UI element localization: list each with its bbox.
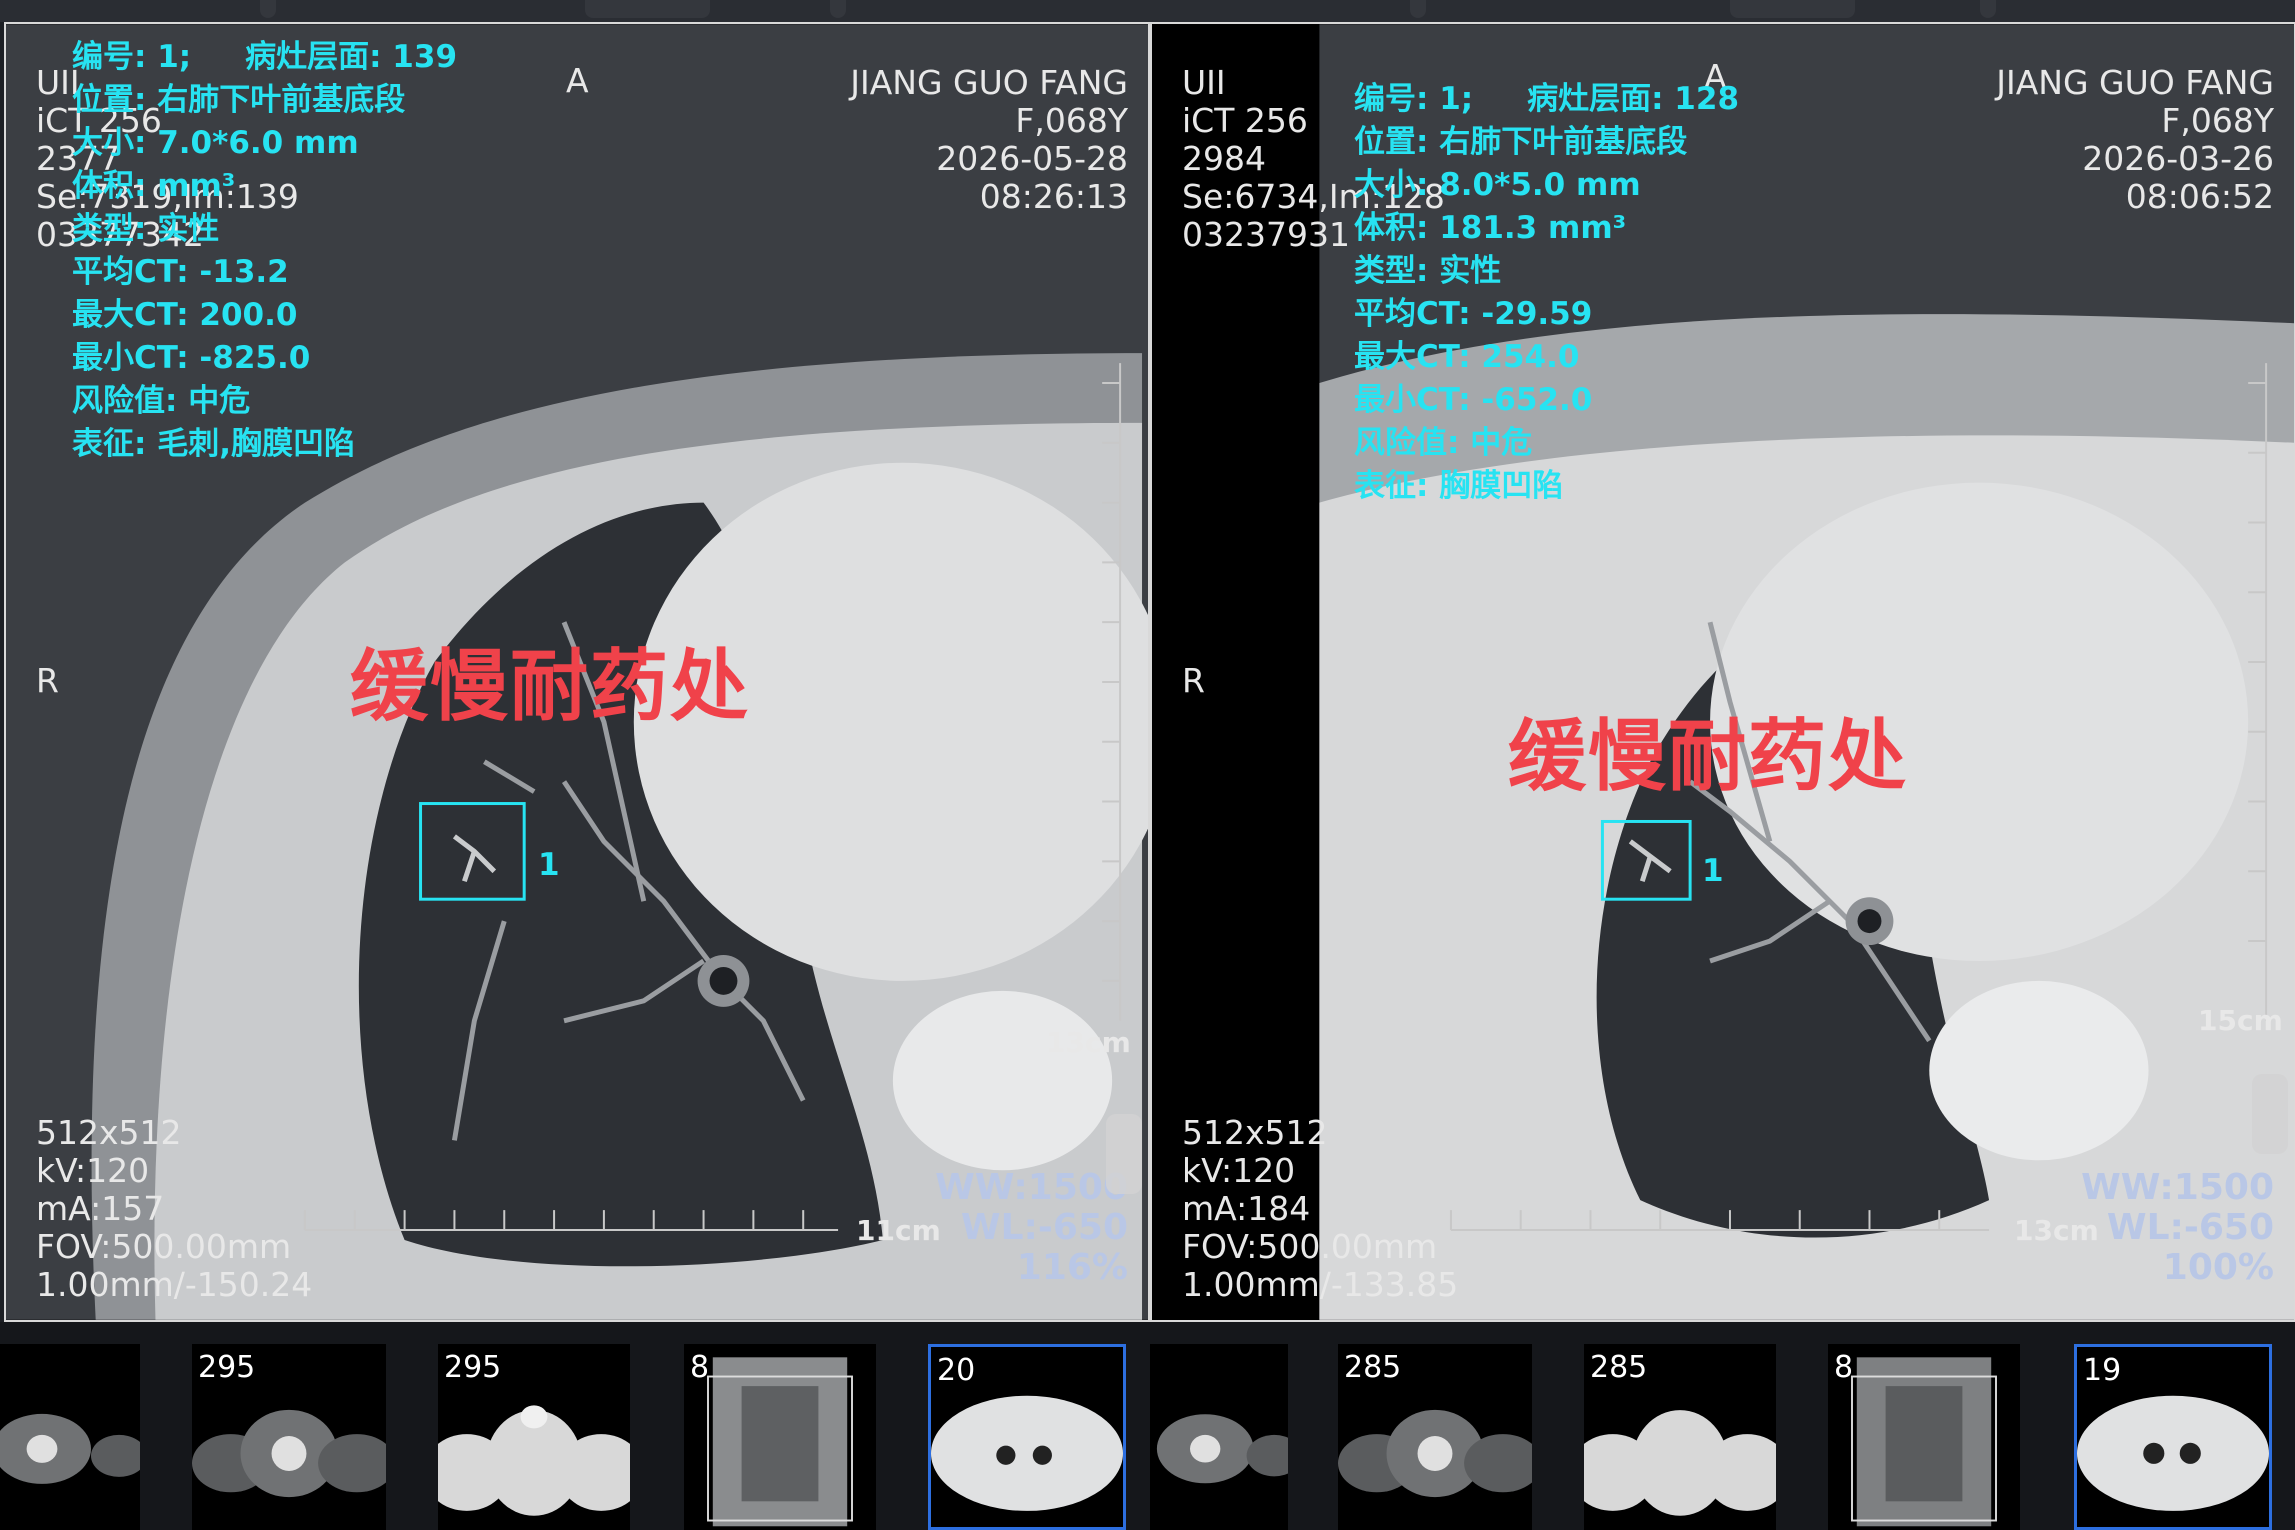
vendor: UII: [1182, 63, 1226, 102]
nodule-size: 大小: 8.0*5.0 mm: [1354, 167, 1641, 203]
series-thumbnail[interactable]: 295: [438, 1344, 630, 1530]
nodule-volume: 体积: 181.3 mm³: [1354, 210, 1627, 246]
matrix: 512x512: [1182, 1113, 1328, 1152]
image-count: 295: [444, 1350, 502, 1385]
series-thumbnail-strip: 295 295 8 20 285 285 8 19: [0, 1322, 2295, 1530]
nodule-max-ct: 最大CT: 254.0: [1354, 339, 1580, 375]
orientation-left: R: [36, 661, 59, 700]
toolbar-tab[interactable]: [1410, 0, 1426, 18]
series-thumbnail[interactable]: 8: [1828, 1344, 2020, 1530]
viewport-scroll-handle[interactable]: [2252, 1074, 2288, 1154]
patient-id: 03237931: [1182, 215, 1350, 254]
patient-name: JIANG GUO FANG: [1996, 63, 2274, 102]
nodule-max-ct: 最大CT: 200.0: [72, 297, 298, 333]
nodule-location: 位置: 右肺下叶前基底段: [72, 82, 406, 118]
study-time: 08:06:52: [2125, 177, 2274, 216]
top-toolbar: [0, 0, 2295, 22]
image-count: 19: [2083, 1353, 2122, 1388]
image-count: 8: [1834, 1350, 1854, 1385]
zoom-level: 100%: [2162, 1247, 2274, 1288]
sex-age: F,068Y: [1015, 101, 1128, 140]
patient-name: JIANG GUO FANG: [850, 63, 1128, 102]
horizontal-scale-label: 11cm: [856, 1214, 941, 1247]
nodule-risk: 风险值: 中危: [72, 383, 251, 419]
roi-number: 1: [1702, 853, 1724, 889]
right-ct-viewport[interactable]: UII iCT 256 2984 Se:6734,Im:128 03237931…: [1150, 22, 2295, 1322]
toolbar-tab[interactable]: [830, 0, 846, 18]
nodule-id: 编号: 1; 病灶层面: 139: [72, 39, 458, 75]
viewport-scroll-handle[interactable]: [1106, 1114, 1142, 1194]
toolbar-tab[interactable]: [585, 0, 710, 18]
window-level: WL:-650: [2106, 1207, 2274, 1248]
nodule-type: 类型: 实性: [72, 211, 220, 247]
patient-info-top-right: JIANG GUO FANG F,068Y 2026-03-26 08:06:5…: [1996, 64, 2274, 216]
vertical-scale-label: 13cm: [1046, 1026, 1131, 1059]
image-count: 295: [198, 1350, 256, 1385]
fov: FOV:500.00mm: [36, 1227, 292, 1266]
series-thumbnail[interactable]: 295: [192, 1344, 386, 1530]
nodule-mean-ct: 平均CT: -29.59: [1354, 296, 1593, 332]
image-count: 20: [937, 1353, 976, 1388]
study-number: 2984: [1182, 139, 1266, 178]
scanner: iCT 256: [1182, 101, 1308, 140]
study-time: 08:26:13: [979, 177, 1128, 216]
series-thumbnail[interactable]: 285: [1338, 1344, 1532, 1530]
series-thumbnail[interactable]: [0, 1344, 140, 1530]
nodule-info-panel: 编号: 1; 病灶层面: 139 位置: 右肺下叶前基底段 大小: 7.0*6.…: [72, 36, 457, 466]
nodule-volume: 体积: mm³: [72, 168, 236, 204]
window-info: WW:1500 WL:-650 100%: [2081, 1168, 2274, 1288]
nodule-signs: 表征: 胸膜凹陷: [1354, 468, 1564, 504]
horizontal-scale-label: 13cm: [2014, 1214, 2099, 1247]
series-thumbnail[interactable]: 20: [928, 1344, 1126, 1530]
toolbar-tab[interactable]: [1980, 0, 1996, 18]
annotation-label: 缓慢耐药处: [1508, 712, 1909, 802]
window-info: WW:1500 WL:-650 116%: [935, 1168, 1128, 1288]
nodule-location: 位置: 右肺下叶前基底段: [1354, 124, 1688, 160]
patient-info-top-right: JIANG GUO FANG F,068Y 2026-05-28 08:26:1…: [850, 64, 1128, 216]
zoom-level: 116%: [1016, 1247, 1128, 1288]
roi-number: 1: [538, 847, 560, 883]
window-width: WW:1500: [2081, 1167, 2274, 1208]
nodule-id: 编号: 1; 病灶层面: 128: [1354, 81, 1740, 117]
toolbar-tab[interactable]: [1730, 0, 1855, 18]
kv: kV:120: [36, 1151, 150, 1190]
slice-thickness: 1.00mm/-133.85: [1182, 1265, 1459, 1304]
image-count: 8: [690, 1350, 710, 1385]
study-date: 2026-05-28: [936, 139, 1128, 178]
ma: mA:157: [36, 1189, 165, 1228]
ma: mA:184: [1182, 1189, 1311, 1228]
study-date: 2026-03-26: [2082, 139, 2274, 178]
nodule-type: 类型: 实性: [1354, 253, 1502, 289]
window-width: WW:1500: [935, 1167, 1128, 1208]
kv: kV:120: [1182, 1151, 1296, 1190]
image-count: 285: [1590, 1350, 1648, 1385]
series-thumbnail[interactable]: 8: [684, 1344, 876, 1530]
acquisition-info: 512x512 kV:120 mA:157 FOV:500.00mm 1.00m…: [36, 1114, 312, 1304]
nodule-mean-ct: 平均CT: -13.2: [72, 254, 289, 290]
series-thumbnail[interactable]: 285: [1584, 1344, 1776, 1530]
acquisition-info: 512x512 kV:120 mA:184 FOV:500.00mm 1.00m…: [1182, 1114, 1458, 1304]
left-ct-viewport[interactable]: UII iCT 256 2377 Se:7319,Im:139 03377342…: [4, 22, 1150, 1322]
window-level: WL:-650: [960, 1207, 1128, 1248]
orientation-top: A: [566, 61, 589, 100]
nodule-signs: 表征: 毛刺,胸膜凹陷: [72, 426, 355, 462]
vertical-scale-label: 15cm: [2198, 1004, 2283, 1037]
annotation-label: 缓慢耐药处: [350, 642, 751, 732]
nodule-min-ct: 最小CT: -652.0: [1354, 382, 1593, 418]
slice-thickness: 1.00mm/-150.24: [36, 1265, 313, 1304]
sex-age: F,068Y: [2161, 101, 2274, 140]
nodule-size: 大小: 7.0*6.0 mm: [72, 125, 359, 161]
orientation-left: R: [1182, 661, 1205, 700]
series-thumbnail[interactable]: [1150, 1344, 1288, 1530]
toolbar-tab[interactable]: [260, 0, 276, 18]
nodule-min-ct: 最小CT: -825.0: [72, 340, 311, 376]
nodule-risk: 风险值: 中危: [1354, 425, 1533, 461]
image-count: 285: [1344, 1350, 1402, 1385]
nodule-info-panel: 编号: 1; 病灶层面: 128 位置: 右肺下叶前基底段 大小: 8.0*5.…: [1354, 78, 1739, 508]
matrix: 512x512: [36, 1113, 182, 1152]
series-thumbnail[interactable]: 19: [2074, 1344, 2272, 1530]
fov: FOV:500.00mm: [1182, 1227, 1438, 1266]
